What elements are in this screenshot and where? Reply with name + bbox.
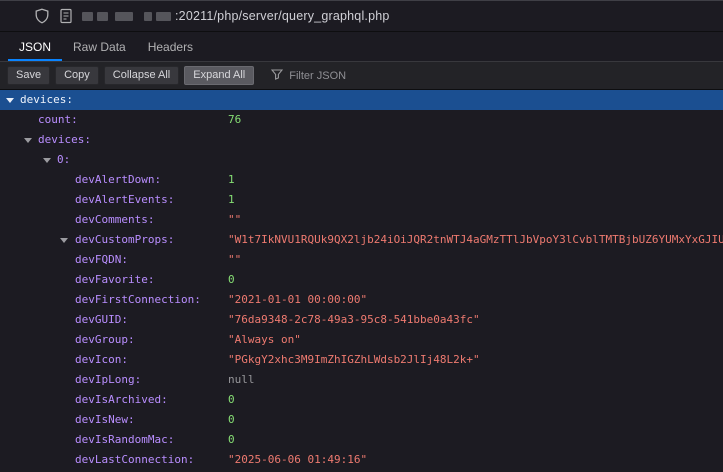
- json-key: devComments:: [75, 210, 154, 230]
- json-key: devIsArchived:: [75, 390, 168, 410]
- json-value: "2025-06-06 01:49:16": [228, 450, 723, 470]
- redacted-host-block: [144, 12, 152, 21]
- json-value: 0: [228, 390, 723, 410]
- tree-row-devIsArchived[interactable]: devIsArchived: 0: [0, 390, 723, 410]
- tree-row-devices-root[interactable]: devices:: [0, 90, 723, 110]
- json-key: devIsNew:: [75, 410, 135, 430]
- json-key: devFavorite:: [75, 270, 154, 290]
- json-value: 0: [228, 270, 723, 290]
- json-key: devIcon:: [75, 350, 128, 370]
- tree-row-devFirstConnection[interactable]: devFirstConnection: "2021-01-01 00:00:00…: [0, 290, 723, 310]
- json-key: devices:: [38, 130, 91, 150]
- redacted-host-block: [97, 12, 108, 21]
- tree-row-devIpLong[interactable]: devIpLong: null: [0, 370, 723, 390]
- tree-row-devAlertEvents[interactable]: devAlertEvents: 1: [0, 190, 723, 210]
- json-value: 76: [228, 110, 723, 130]
- json-toolbar: Save Copy Collapse All Expand All Filter…: [0, 62, 723, 90]
- json-key: devAlertEvents:: [75, 190, 174, 210]
- json-value: "": [228, 210, 723, 230]
- tab-json[interactable]: JSON: [8, 32, 62, 61]
- json-key: devIsRandomMac:: [75, 430, 174, 450]
- json-key: devAlertDown:: [75, 170, 161, 190]
- tree-row-devLastConnection[interactable]: devLastConnection: "2025-06-06 01:49:16": [0, 450, 723, 470]
- tree-row-devCustomProps[interactable]: devCustomProps: "W1t7IkNVU1RQUk9QX2ljb24…: [0, 230, 723, 250]
- json-value: "2021-01-01 00:00:00": [228, 290, 723, 310]
- copy-button[interactable]: Copy: [55, 66, 99, 85]
- tree-row-devComments[interactable]: devComments: "": [0, 210, 723, 230]
- filter-placeholder: Filter JSON: [289, 70, 346, 82]
- tab-raw-data[interactable]: Raw Data: [62, 32, 137, 61]
- expand-all-button[interactable]: Expand All: [184, 66, 254, 85]
- json-value: 1: [228, 170, 723, 190]
- json-key: devGUID:: [75, 310, 128, 330]
- page-info-icon[interactable]: [59, 8, 73, 24]
- shield-icon[interactable]: [34, 8, 50, 24]
- tree-row-devIcon[interactable]: devIcon: "PGkgY2xhc3M9ImZhIGZhLWdsb2JlIj…: [0, 350, 723, 370]
- json-value: "": [228, 250, 723, 270]
- json-value: "PGkgY2xhc3M9ImZhIGZhLWdsb2JlIj48L2k+": [228, 350, 723, 370]
- json-key: devFirstConnection:: [75, 290, 201, 310]
- json-value: 0: [228, 410, 723, 430]
- json-key: devices:: [20, 90, 73, 110]
- filter-funnel-icon: [271, 67, 283, 85]
- browser-address-bar[interactable]: :20211/php/server/query_graphql.php: [0, 0, 723, 32]
- tree-row-devFQDN[interactable]: devFQDN: "": [0, 250, 723, 270]
- json-value: "Always on": [228, 330, 723, 350]
- json-key: count:: [38, 110, 78, 130]
- collapse-toggle-icon[interactable]: [43, 158, 51, 163]
- collapse-toggle-icon[interactable]: [24, 138, 32, 143]
- json-value: "W1t7IkNVU1RQUk9QX2ljb24iOiJQR2tnWTJ4aGM…: [228, 230, 723, 250]
- json-tree: devices: count: 76 devices: 0: devAlertD…: [0, 90, 723, 472]
- json-key: devGroup:: [75, 330, 135, 350]
- json-key: devFQDN:: [75, 250, 128, 270]
- json-value: 1: [228, 190, 723, 210]
- collapse-toggle-icon[interactable]: [6, 98, 14, 103]
- tree-row-devIsNew[interactable]: devIsNew: 0: [0, 410, 723, 430]
- tree-row-devAlertDown[interactable]: devAlertDown: 1: [0, 170, 723, 190]
- filter-json-input[interactable]: Filter JSON: [271, 67, 346, 85]
- json-key: 0:: [57, 150, 70, 170]
- redacted-host-block: [115, 12, 133, 21]
- json-key: devCustomProps:: [75, 230, 174, 250]
- redacted-host-block: [82, 12, 93, 21]
- redacted-host-block: [156, 12, 171, 21]
- browser-window: :20211/php/server/query_graphql.php JSON…: [0, 0, 723, 472]
- collapse-all-button[interactable]: Collapse All: [104, 66, 179, 85]
- tree-row-devGUID[interactable]: devGUID: "76da9348-2c78-49a3-95c8-541bbe…: [0, 310, 723, 330]
- tree-row-devices-array[interactable]: devices:: [0, 130, 723, 150]
- tab-headers[interactable]: Headers: [137, 32, 204, 61]
- save-button[interactable]: Save: [7, 66, 50, 85]
- json-key: devLastConnection:: [75, 450, 194, 470]
- tree-row-devGroup[interactable]: devGroup: "Always on": [0, 330, 723, 350]
- tree-row-devIsRandomMac[interactable]: devIsRandomMac: 0: [0, 430, 723, 450]
- tree-row-index-0[interactable]: 0:: [0, 150, 723, 170]
- json-value: 0: [228, 430, 723, 450]
- collapse-toggle-icon[interactable]: [60, 238, 68, 243]
- url-text[interactable]: :20211/php/server/query_graphql.php: [175, 9, 390, 23]
- tree-row-count[interactable]: count: 76: [0, 110, 723, 130]
- json-value: "76da9348-2c78-49a3-95c8-541bbe0a43fc": [228, 310, 723, 330]
- json-key: devIpLong:: [75, 370, 141, 390]
- json-viewer-tabs: JSON Raw Data Headers: [0, 32, 723, 62]
- tree-row-devFavorite[interactable]: devFavorite: 0: [0, 270, 723, 290]
- json-value: null: [228, 370, 723, 390]
